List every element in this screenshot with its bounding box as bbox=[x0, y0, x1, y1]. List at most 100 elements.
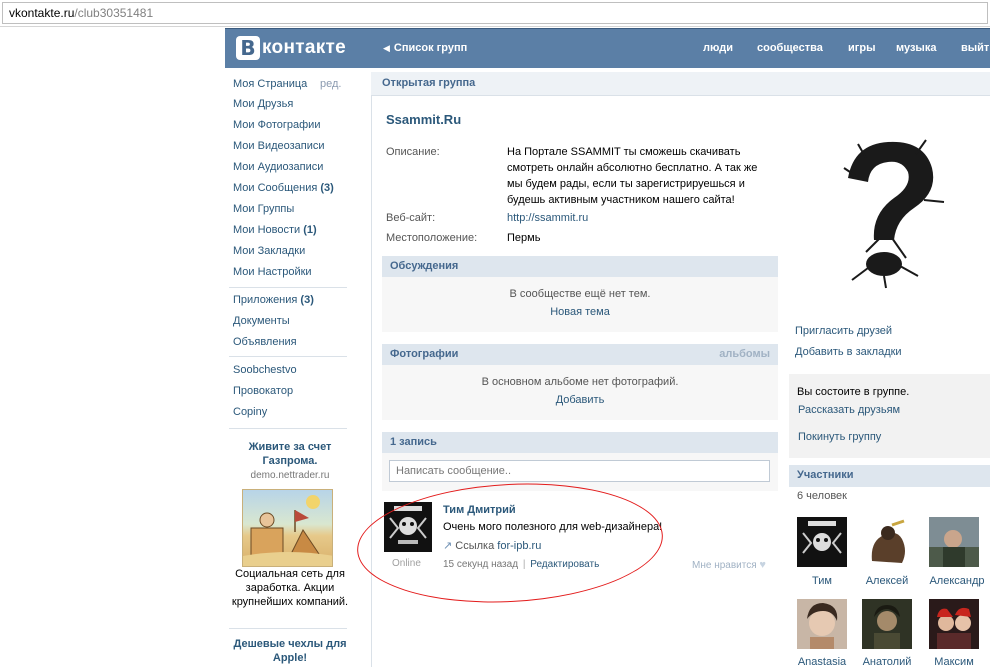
vk-logo[interactable]: В контакте bbox=[236, 35, 346, 61]
post-author-avatar[interactable] bbox=[384, 502, 432, 552]
member-photo[interactable] bbox=[862, 599, 912, 649]
menu-my-news[interactable]: Мои Новости (1) bbox=[233, 224, 317, 236]
page-type-label: Открытая группа bbox=[382, 77, 476, 89]
discussions-header[interactable]: Обсуждения bbox=[382, 256, 778, 277]
add-bookmark-link[interactable]: Добавить в закладки bbox=[795, 346, 902, 358]
ad-image[interactable] bbox=[242, 489, 333, 567]
menu-soobchestvo[interactable]: Soobchestvo bbox=[233, 364, 297, 376]
member-name[interactable]: Максим bbox=[924, 656, 984, 667]
member-name[interactable]: Тим bbox=[792, 575, 852, 587]
post-link-row: ↗ Ссылка for-ipb.ru bbox=[443, 539, 541, 552]
ad-text: Социальная сеть для заработка. Акции кру… bbox=[231, 568, 349, 608]
menu-divider bbox=[229, 356, 347, 357]
member-name[interactable]: Алексей bbox=[857, 575, 917, 587]
menu-my-page[interactable]: Моя Страница bbox=[233, 78, 307, 90]
website-link[interactable]: http://ssammit.ru bbox=[507, 210, 588, 226]
photos-body bbox=[382, 365, 778, 420]
menu-apps[interactable]: Приложения (3) bbox=[233, 294, 314, 306]
member-photo[interactable] bbox=[797, 599, 847, 649]
page-type-bar: Открытая группа bbox=[371, 72, 990, 96]
menu-my-friends[interactable]: Мои Друзья bbox=[233, 98, 293, 110]
discussions-empty: В сообществе ещё нет тем. bbox=[509, 288, 651, 300]
url-domain: vkontakte.ru bbox=[9, 6, 75, 20]
menu-label: Мои Сообщения bbox=[233, 182, 318, 194]
menu-my-messages[interactable]: Мои Сообщения (3) bbox=[233, 182, 334, 194]
nav-games[interactable]: игры bbox=[848, 42, 875, 54]
group-list-label: Список групп bbox=[393, 42, 468, 54]
member-photo[interactable] bbox=[862, 517, 912, 567]
ad-title[interactable]: Живите за счет Газпрома. bbox=[229, 440, 351, 468]
website-label: Веб-сайт: bbox=[386, 212, 436, 224]
menu-label: Мои Новости bbox=[233, 224, 301, 236]
menu-my-videos[interactable]: Мои Видеозаписи bbox=[233, 140, 325, 152]
menu-documents[interactable]: Документы bbox=[233, 315, 290, 327]
group-list-link[interactable]: ◀ Список групп bbox=[383, 42, 467, 54]
add-photo-link[interactable]: Добавить bbox=[382, 394, 778, 406]
menu-my-groups[interactable]: Мои Группы bbox=[233, 203, 294, 215]
post-author-name[interactable]: Тим Дмитрий bbox=[443, 504, 516, 516]
menu-label: Моя Страница bbox=[233, 78, 308, 90]
menu-provocator[interactable]: Провокатор bbox=[233, 385, 293, 397]
photos-empty: В основном альбоме нет фотографий. bbox=[481, 376, 679, 388]
member-name[interactable]: Анатолий bbox=[857, 656, 917, 667]
menu-my-audio[interactable]: Мои Аудиозаписи bbox=[233, 161, 323, 173]
link-prefix: Ссылка bbox=[455, 540, 495, 552]
menu-divider bbox=[229, 428, 347, 429]
menu-ads[interactable]: Объявления bbox=[233, 336, 297, 348]
menu-my-photos[interactable]: Мои Фотографии bbox=[233, 119, 320, 131]
menu-my-bookmarks[interactable]: Мои Закладки bbox=[233, 245, 305, 257]
menu-label: Приложения bbox=[233, 294, 298, 306]
nav-people[interactable]: люди bbox=[703, 42, 733, 54]
group-avatar[interactable] bbox=[796, 130, 961, 290]
member-name[interactable]: Александр bbox=[924, 575, 990, 587]
vk-logo-icon: В bbox=[236, 36, 260, 60]
browser-address-bar: vkontakte.ru/club30351481 bbox=[0, 0, 990, 27]
member-name[interactable]: Anastasia bbox=[792, 656, 852, 667]
membership-status: Вы состоите в группе. bbox=[797, 386, 910, 398]
menu-my-settings[interactable]: Мои Настройки bbox=[233, 266, 312, 278]
ad-domain: demo.nettrader.ru bbox=[250, 470, 330, 481]
member-photo[interactable] bbox=[797, 517, 847, 567]
vk-logo-text: контакте bbox=[262, 37, 346, 58]
edit-post-link[interactable]: Редактировать bbox=[530, 559, 599, 570]
wall-title: 1 запись bbox=[390, 436, 437, 448]
like-button[interactable]: Мне нравится ♥ bbox=[692, 559, 766, 571]
wall-post-input[interactable]: Написать сообщение.. bbox=[389, 460, 770, 482]
photos-header[interactable]: Фотографии альбомы bbox=[382, 344, 778, 365]
post-time[interactable]: 15 секунд назад bbox=[443, 559, 518, 570]
invite-friends-link[interactable]: Пригласить друзей bbox=[795, 325, 892, 337]
location-value: Пермь bbox=[507, 232, 541, 244]
menu-edit-link[interactable]: ред. bbox=[320, 78, 341, 90]
menu-count: (3) bbox=[300, 294, 314, 306]
members-title: Участники bbox=[797, 469, 854, 481]
member-photo[interactable] bbox=[929, 517, 979, 567]
discussions-title: Обсуждения bbox=[390, 260, 459, 272]
group-name: Ssammit.Ru bbox=[386, 112, 462, 127]
albums-link[interactable]: альбомы bbox=[719, 348, 770, 360]
author-online-status: Online bbox=[392, 558, 421, 569]
description-label: Описание: bbox=[386, 146, 440, 158]
menu-count: (3) bbox=[320, 182, 334, 194]
meta-divider: | bbox=[522, 559, 526, 570]
column-divider bbox=[371, 72, 372, 667]
like-label: Мне нравится bbox=[692, 560, 757, 571]
nav-logout[interactable]: выйти bbox=[961, 42, 990, 54]
leave-group-link[interactable]: Покинуть группу bbox=[798, 431, 881, 443]
photos-title: Фотографии bbox=[390, 348, 459, 360]
ad-title[interactable]: Дешевые чехлы для Apple! bbox=[229, 637, 351, 665]
member-photo[interactable] bbox=[929, 599, 979, 649]
discussions-body bbox=[382, 277, 778, 332]
post-external-link[interactable]: for-ipb.ru bbox=[497, 540, 541, 552]
nav-communities[interactable]: сообщества bbox=[757, 42, 823, 54]
members-header[interactable]: Участники bbox=[789, 465, 990, 487]
url-path: /club30351481 bbox=[74, 6, 154, 20]
menu-copiny[interactable]: Copiny bbox=[233, 406, 267, 418]
nav-music[interactable]: музыка bbox=[896, 42, 936, 54]
share-arrow-icon: ↗ bbox=[443, 540, 453, 552]
post-meta: 15 секунд назад | Редактировать bbox=[443, 559, 599, 570]
new-topic-link[interactable]: Новая тема bbox=[382, 306, 778, 318]
description-text: На Портале SSAMMIT ты сможешь скачивать … bbox=[507, 146, 758, 206]
url-input[interactable]: vkontakte.ru/club30351481 bbox=[2, 2, 988, 24]
tell-friends-link[interactable]: Рассказать друзьям bbox=[798, 404, 900, 416]
members-count: 6 человек bbox=[797, 490, 847, 502]
